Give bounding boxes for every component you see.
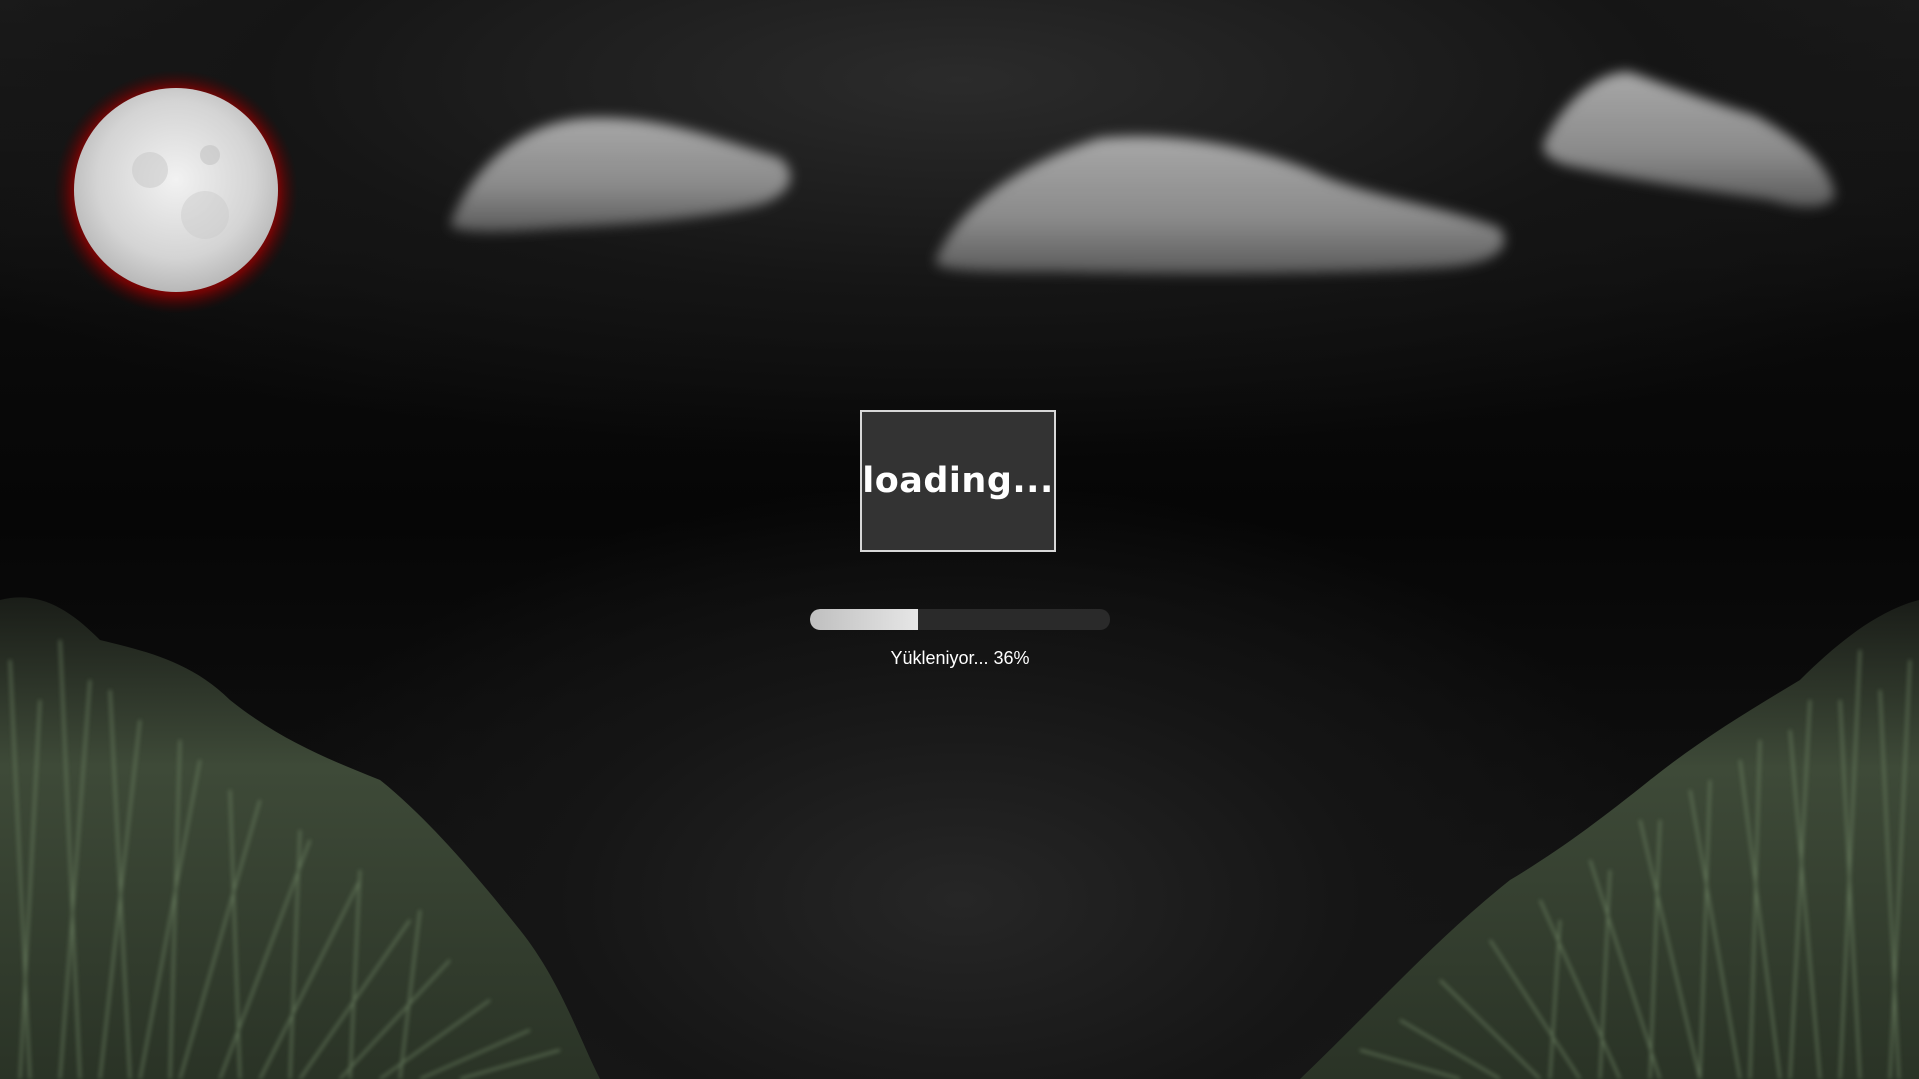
cloud-icon	[1543, 71, 1835, 207]
progress-bar	[810, 609, 1110, 630]
cloud-icon	[935, 136, 1505, 274]
grass-icon	[1300, 600, 1919, 1079]
loading-title: loading...	[862, 461, 1054, 501]
progress-label: Yükleniyor... 36%	[890, 648, 1030, 668]
loading-box: loading...	[860, 410, 1056, 552]
grass-icon	[0, 597, 600, 1079]
moon-icon	[54, 70, 298, 314]
cloud-icon	[450, 117, 791, 232]
progress-bar-fill	[810, 609, 918, 630]
game-scene: loading... Yükleniyor... 36%	[0, 0, 1919, 1079]
